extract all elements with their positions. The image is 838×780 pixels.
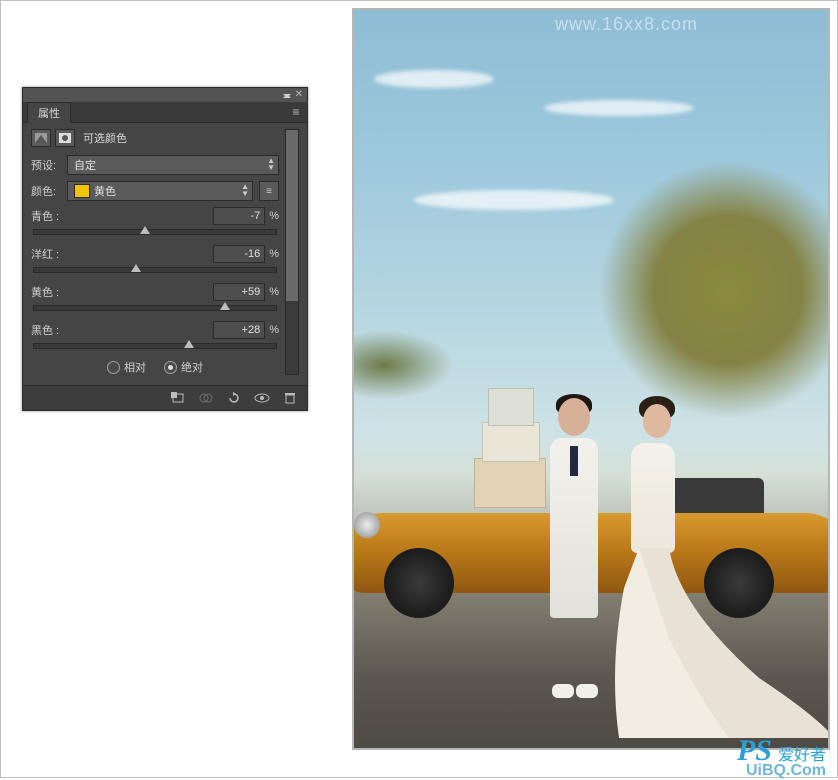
pct-label: % [269,248,279,260]
view-previous-icon[interactable] [197,390,215,406]
slider-handle-icon[interactable] [140,226,150,236]
slider-cyan-track[interactable] [33,229,277,235]
slider-black-label: 黑色 : [31,322,213,338]
photo-preview: www.16xx8.com [352,8,830,750]
visibility-icon[interactable] [253,390,271,406]
slider-cyan-label: 青色 : [31,208,213,224]
colors-menu-icon[interactable]: ≡ [259,181,279,201]
slider-handle-icon[interactable] [220,302,230,312]
reset-icon[interactable] [225,390,243,406]
scrollbar-thumb[interactable] [286,130,298,301]
panel-scrollbar[interactable] [285,129,299,375]
close-icon[interactable]: ✕ [295,90,303,100]
slider-cyan-value[interactable]: -7 [213,207,265,225]
trash-icon[interactable] [281,390,299,406]
slider-yellow: 黄色 : +59 % [31,283,279,311]
slider-magenta: 洋红 : -16 % [31,245,279,273]
pct-label: % [269,286,279,298]
slider-handle-icon[interactable] [184,340,194,350]
adjustment-title: 可选颜色 [83,130,127,146]
slider-black-track[interactable] [33,343,277,349]
pct-label: % [269,324,279,336]
radio-absolute[interactable]: 绝对 [164,359,203,375]
colors-label: 颜色: [31,183,61,199]
preset-select[interactable]: 自定 ▲▼ [67,155,279,175]
color-swatch-yellow [74,184,90,198]
radio-relative[interactable]: 相对 [107,359,146,375]
watermark-url: UiBQ.Com [746,762,826,780]
mask-icon[interactable] [55,129,75,147]
properties-panel: ✕ 属性 ≡ 可选颜色 预设: 自定 ▲▼ [22,87,308,411]
slider-yellow-label: 黄色 : [31,284,213,300]
method-radio-group: 相对 绝对 [31,359,279,375]
slider-handle-icon[interactable] [131,264,141,274]
colors-select[interactable]: 黄色 ▲▼ [67,181,253,201]
panel-footer [23,385,307,410]
tab-properties[interactable]: 属性 [27,102,71,123]
tab-strip: 属性 ≡ [23,102,307,123]
slider-magenta-label: 洋红 : [31,246,213,262]
collapse-icon[interactable] [283,92,289,98]
slider-yellow-track[interactable] [33,305,277,311]
slider-black: 黑色 : +28 % [31,321,279,349]
pct-label: % [269,210,279,222]
panel-menu-icon[interactable]: ≡ [289,105,303,119]
slider-black-value[interactable]: +28 [213,321,265,339]
slider-cyan: 青色 : -7 % [31,207,279,235]
adjustment-icon[interactable] [31,129,51,147]
panel-titlebar[interactable]: ✕ [23,88,307,102]
slider-magenta-track[interactable] [33,267,277,273]
watermark-top: www.16xx8.com [555,14,698,35]
preset-label: 预设: [31,157,61,173]
slider-magenta-value[interactable]: -16 [213,245,265,263]
clip-to-layer-icon[interactable] [169,390,187,406]
slider-yellow-value[interactable]: +59 [213,283,265,301]
